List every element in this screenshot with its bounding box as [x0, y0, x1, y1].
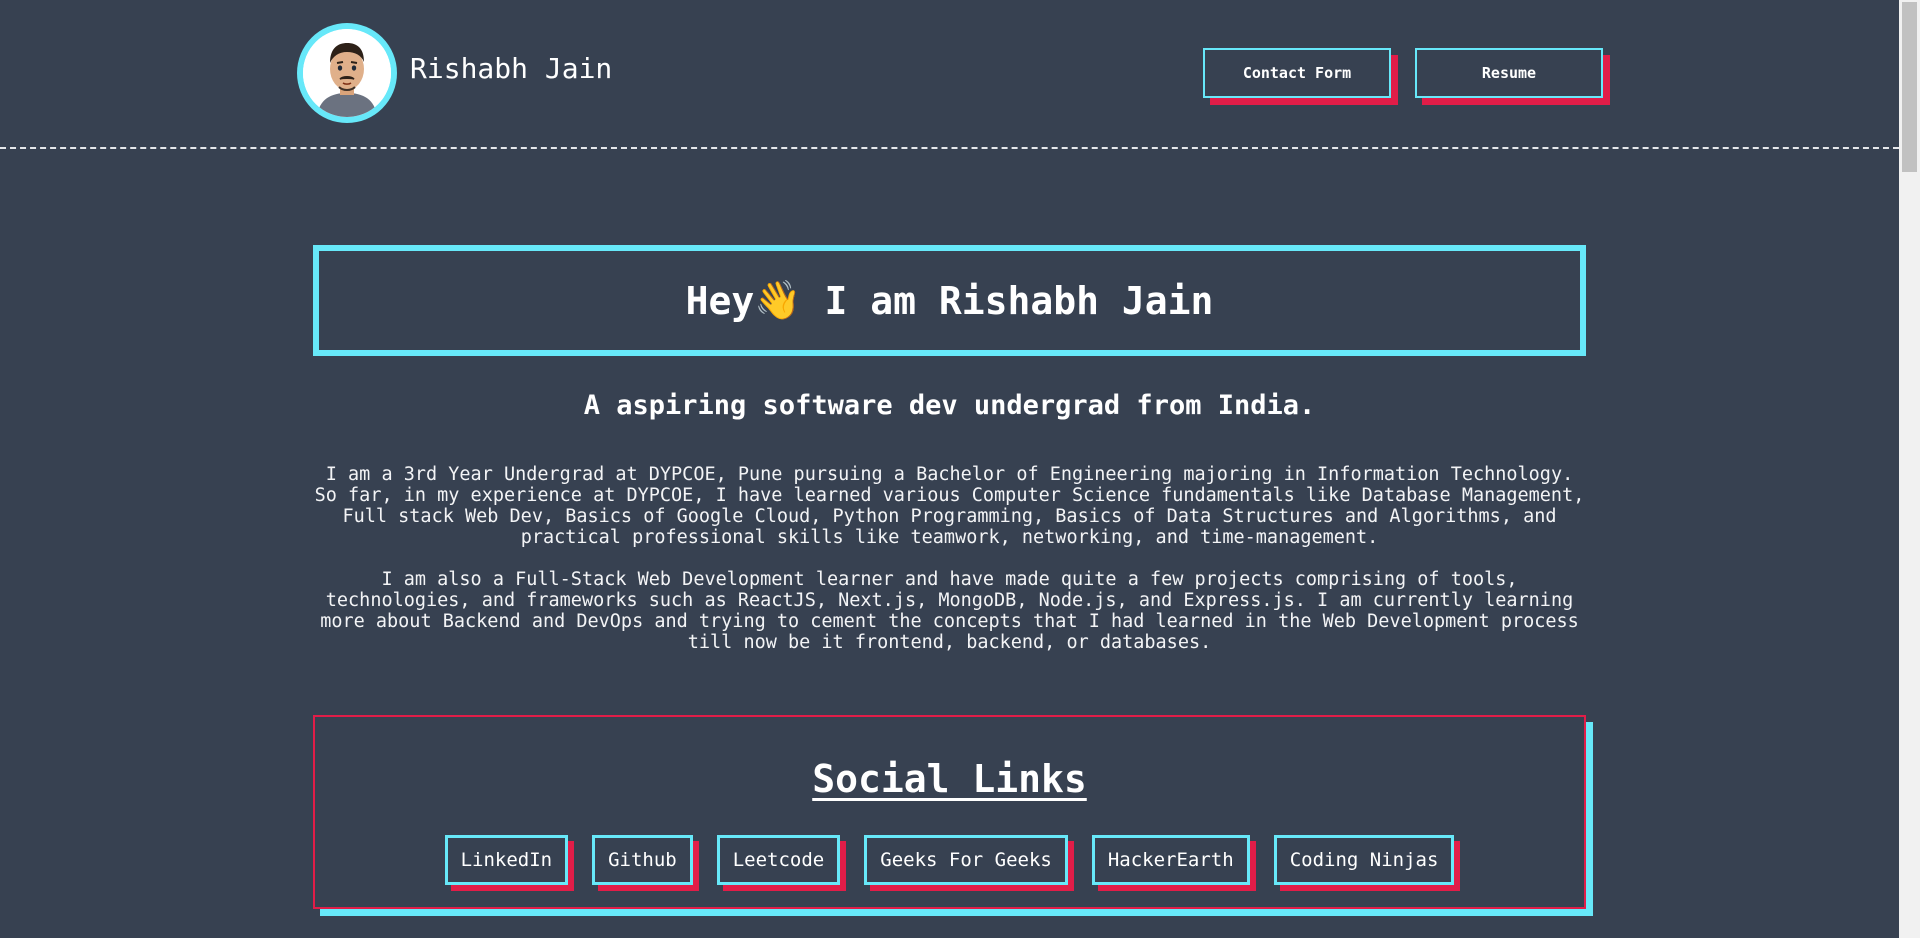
leetcode-link[interactable]: Leetcode [716, 835, 841, 885]
about-paragraph-1: I am a 3rd Year Undergrad at DYPCOE, Pun… [314, 464, 1585, 548]
github-link[interactable]: Github [592, 835, 693, 885]
page: Rishabh Jain Contact Form Resume Hey 👋 I … [0, 0, 1920, 938]
avatar [297, 23, 397, 123]
hero-heading: Hey 👋 I am Rishabh Jain [313, 245, 1586, 356]
site-name[interactable]: Rishabh Jain [410, 52, 612, 85]
greeting-prefix: Hey [685, 278, 755, 323]
coding-ninjas-link[interactable]: Coding Ninjas [1273, 835, 1455, 885]
hero-subtitle: A aspiring software dev undergrad from I… [583, 390, 1316, 421]
social-links-section: Social Links LinkedIn Github Leetcode Ge… [313, 715, 1586, 909]
profile-avatar-icon [303, 29, 391, 117]
about-paragraph-2: I am also a Full-Stack Web Development l… [320, 569, 1579, 653]
greeting-suffix: I am Rishabh Jain [801, 278, 1214, 323]
contact-form-button[interactable]: Contact Form [1203, 48, 1391, 98]
linkedin-link[interactable]: LinkedIn [444, 835, 569, 885]
waving-hand-icon: 👋 [754, 278, 802, 322]
site-header: Rishabh Jain Contact Form Resume [0, 0, 1899, 150]
social-links-list: LinkedIn Github Leetcode Geeks For Geeks… [315, 835, 1584, 885]
scrollbar-thumb[interactable] [1902, 2, 1917, 172]
vertical-scrollbar[interactable] [1899, 0, 1920, 938]
header-divider [0, 147, 1899, 149]
resume-button[interactable]: Resume [1415, 48, 1603, 98]
geeks-for-geeks-link[interactable]: Geeks For Geeks [864, 835, 1068, 885]
social-links-title: Social Links [812, 757, 1087, 801]
hackerearth-link[interactable]: HackerEarth [1091, 835, 1250, 885]
